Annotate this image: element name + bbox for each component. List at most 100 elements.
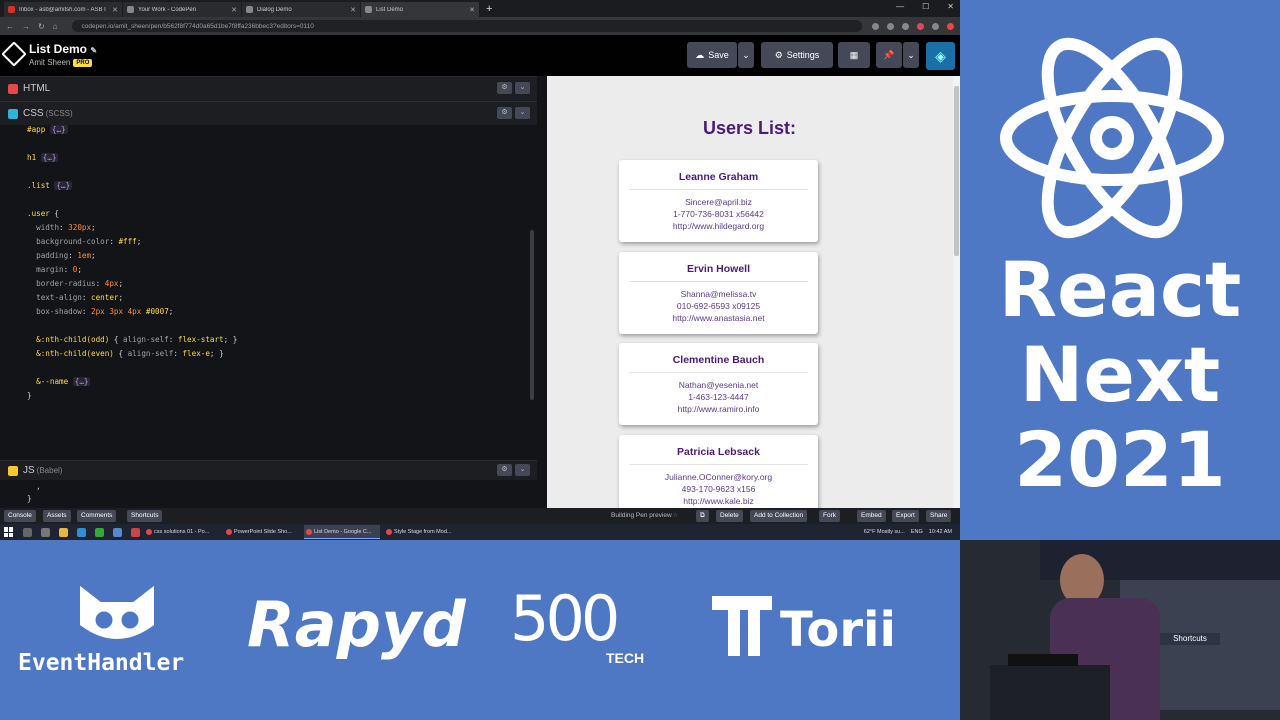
chrome-icon[interactable] (131, 527, 140, 537)
pen-author: Amit Sheen PRO (29, 58, 93, 67)
html-panel-header[interactable]: HTML ⚙ ⌄ (0, 76, 537, 100)
user-name: Clementine Bauch (629, 354, 808, 373)
fork-button[interactable]: Fork (819, 510, 840, 522)
code-line: margin: 0; (36, 265, 82, 274)
delete-button[interactable]: Delete (716, 510, 743, 522)
extension-icon[interactable] (916, 22, 924, 30)
pin-dropdown-button[interactable]: ⌄ (903, 42, 919, 68)
settings-button[interactable]: ⚙ Settings (761, 42, 833, 68)
chevron-down-icon: ⌄ (907, 49, 915, 60)
css-code-area[interactable]: #app {…} h1 {…} .list {…} .user { width:… (0, 125, 537, 460)
maximize-icon[interactable]: ☐ (922, 2, 929, 11)
window-controls: — ☐ ✕ (896, 2, 954, 11)
pen-title[interactable]: List Demo ✎ (29, 42, 97, 56)
code-line: h1 {…} (27, 153, 59, 162)
comments-button[interactable]: Comments (77, 510, 117, 522)
minimize-icon[interactable]: — (896, 2, 904, 11)
js-code-area[interactable]: , } (0, 480, 537, 508)
forward-icon[interactable]: → (22, 22, 30, 31)
new-tab-button[interactable]: + (480, 2, 498, 17)
taskbar-app[interactable]: List Demo - Google C... (304, 525, 380, 539)
pin-button[interactable]: 📌 (876, 42, 902, 68)
add-to-collection-button[interactable]: Add to Collection (750, 510, 808, 522)
search-icon[interactable] (23, 527, 32, 537)
user-card: Leanne Graham Sincere@april.biz 1-770-73… (619, 160, 818, 242)
js-panel-header[interactable]: JS (Babel) ⚙ ⌄ (0, 460, 537, 480)
gear-icon[interactable]: ⚙ (497, 82, 512, 94)
app-icon[interactable] (95, 527, 104, 537)
task-view-icon[interactable] (41, 527, 50, 537)
language-indicator[interactable]: ENG (911, 529, 923, 535)
chevron-down-icon[interactable]: ⌄ (515, 107, 530, 119)
codepen-logo-icon[interactable] (1, 41, 27, 67)
save-dropdown-button[interactable]: ⌄ (738, 42, 754, 68)
export-button[interactable]: Export (892, 510, 919, 522)
back-icon[interactable]: ← (6, 22, 14, 31)
reload-icon[interactable]: ↻ (38, 22, 45, 31)
close-icon[interactable]: ✕ (231, 6, 237, 14)
chevron-down-icon[interactable]: ⌄ (515, 464, 530, 476)
save-button[interactable]: ☁ Save (687, 42, 737, 68)
folded-block[interactable]: {…} (72, 377, 91, 386)
extensions (871, 22, 954, 30)
close-icon[interactable]: ✕ (350, 6, 356, 14)
tab-label: Inbox - asb@amitsh.com - ASB I (19, 6, 106, 13)
folded-block[interactable]: {…} (40, 153, 59, 162)
sponsor-eventhandler: EventHandler (18, 650, 185, 676)
gear-icon[interactable]: ⚙ (497, 107, 512, 119)
pane-resizer[interactable] (537, 76, 547, 508)
slide-line-next: Next (1019, 330, 1221, 419)
result-preview: Users List: Leanne Graham Sincere@april.… (547, 76, 960, 508)
folded-block[interactable]: {…} (49, 125, 68, 134)
embed-button[interactable]: Embed (857, 510, 886, 522)
chevron-down-icon[interactable]: ⌄ (515, 82, 530, 94)
code-line: box-shadow: 2px 3px 4px #0007; (36, 307, 174, 316)
editor-scrollbar[interactable] (530, 230, 534, 400)
folded-block[interactable]: {…} (54, 181, 73, 190)
browser-tab-inbox[interactable]: Inbox - asb@amitsh.com - ASB I ✕ (4, 2, 122, 17)
bookmark-icon[interactable] (901, 22, 909, 30)
close-window-icon[interactable]: ✕ (947, 2, 954, 11)
assets-button[interactable]: Assets (43, 510, 71, 522)
close-icon[interactable]: ✕ (112, 6, 118, 14)
tab-label: Dialog Demo (257, 6, 292, 13)
shortcuts-button[interactable]: Shortcuts (127, 510, 163, 522)
change-view-button[interactable]: ▦ (838, 42, 870, 68)
app-icon[interactable] (113, 527, 122, 537)
console-button[interactable]: Console (4, 510, 36, 522)
address-bar-row: ← → ↻ ⌂ codepen.io/amit_sheen/pen/b562f8… (0, 17, 960, 35)
browser-tab-your-work[interactable]: Your Work - CodePen ✕ (123, 2, 241, 17)
zoom-icon[interactable] (871, 22, 879, 30)
preview-scrollbar-thumb[interactable] (954, 86, 959, 256)
url-input[interactable]: codepen.io/amit_sheen/pen/b562f8f774d0a6… (71, 20, 862, 32)
windows-start-icon[interactable] (4, 527, 14, 537)
code-line: .user { (27, 209, 60, 218)
close-icon[interactable]: ✕ (469, 6, 475, 14)
external-view-button[interactable]: ⧉ (696, 510, 709, 522)
home-icon[interactable]: ⌂ (53, 22, 58, 31)
profile-icon[interactable] (946, 22, 954, 30)
taskbar-app[interactable]: PowerPoint Slide Sho... (224, 525, 300, 539)
taskbar-app[interactable]: Style Stage from Mod... (384, 525, 460, 539)
pro-badge: PRO (73, 58, 93, 67)
puzzle-icon[interactable] (931, 22, 939, 30)
clock[interactable]: 10:42 AM (929, 529, 952, 535)
author-name[interactable]: Amit Sheen (29, 58, 70, 67)
share-button[interactable]: Share (926, 510, 952, 522)
taskbar-app[interactable]: css solutions 01 - Po... (144, 525, 220, 539)
weather-status[interactable]: 62°F Mostly su... (864, 529, 905, 535)
user-avatar[interactable]: ◈ (926, 42, 955, 70)
edge-icon[interactable] (77, 527, 86, 537)
share-icon[interactable] (886, 22, 894, 30)
browser-tab-dialog-demo[interactable]: Dialog Demo ✕ (242, 2, 360, 17)
css-panel-header[interactable]: CSS (SCSS) ⚙ ⌄ (0, 101, 537, 125)
js-preprocessor: (Babel) (36, 466, 63, 475)
code-line: width: 320px; (36, 223, 96, 232)
gear-icon[interactable]: ⚙ (497, 464, 512, 476)
sponsor-500: 500 (510, 582, 620, 655)
edit-pencil-icon[interactable]: ✎ (90, 46, 97, 55)
code-line: text-align: center; (36, 293, 124, 302)
file-explorer-icon[interactable] (59, 527, 68, 537)
html-label: HTML (23, 83, 51, 94)
browser-tab-list-demo[interactable]: List Demo ✕ (361, 2, 479, 17)
